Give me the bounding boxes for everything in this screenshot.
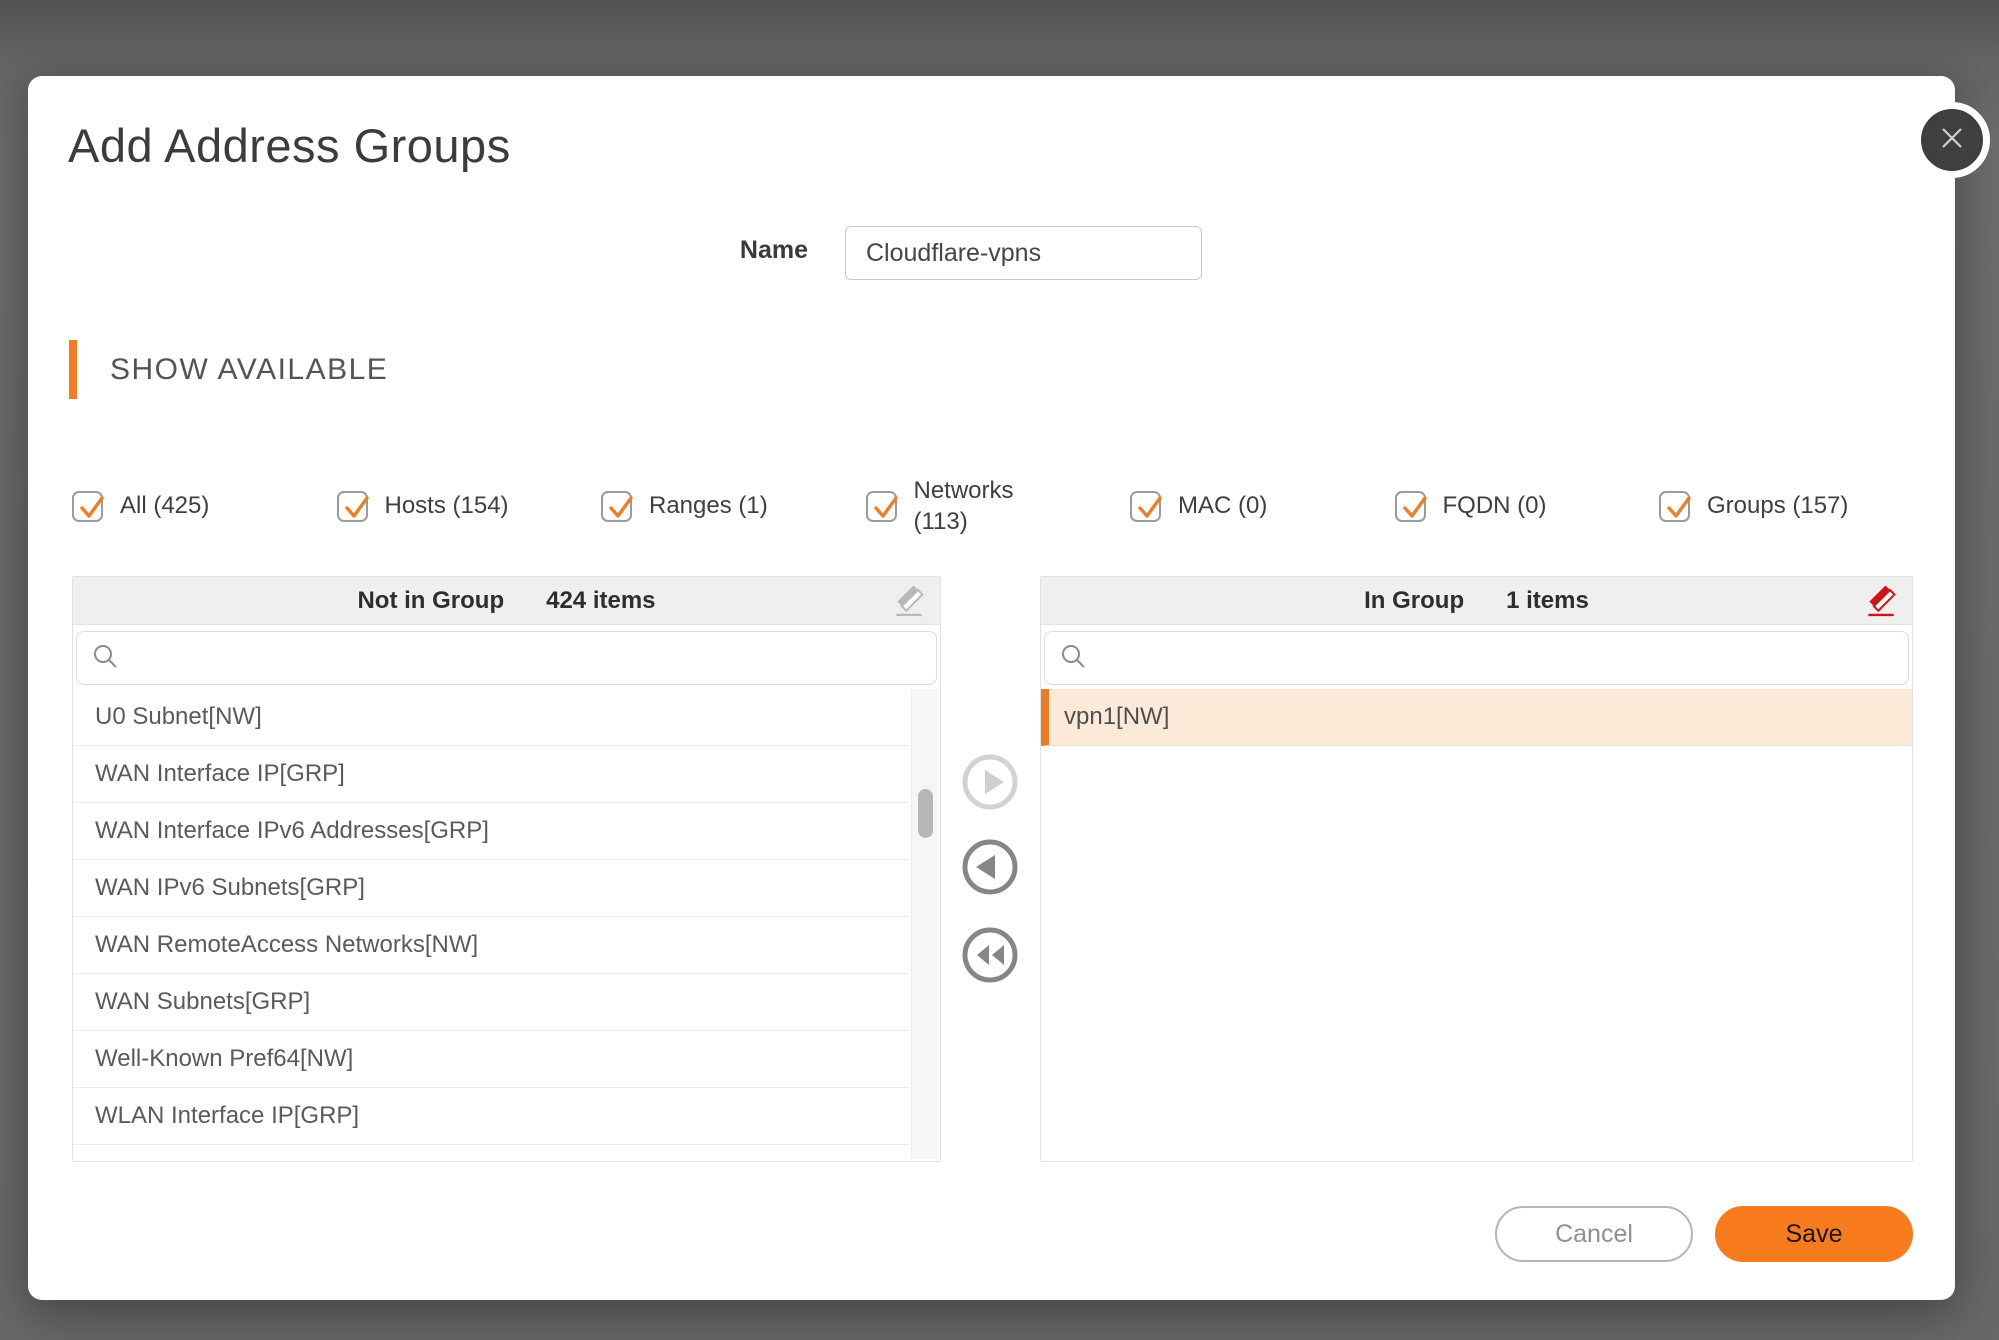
scrollbar-track[interactable] <box>911 689 938 1159</box>
search-input[interactable] <box>129 632 936 684</box>
move-all-left-button[interactable] <box>961 926 1019 984</box>
name-input[interactable] <box>845 226 1202 280</box>
filter-mac[interactable]: MAC (0) <box>1130 458 1395 554</box>
close-icon <box>1936 122 1968 159</box>
list-item[interactable]: Well-Known Pref64[NW] <box>73 1031 909 1088</box>
section-title: SHOW AVAILABLE <box>110 340 388 399</box>
filter-groups[interactable]: Groups (157) <box>1659 458 1924 554</box>
in-group-header: In Group 1 items <box>1041 577 1912 625</box>
panel-item-count: 424 items <box>546 587 655 615</box>
add-address-groups-dialog: Add Address Groups Name SHOW AVAILABLE A… <box>28 76 1955 1300</box>
filter-networks[interactable]: Networks (113) <box>866 458 1131 554</box>
clear-selection-eraser-icon[interactable] <box>890 583 928 619</box>
name-label: Name <box>628 236 808 265</box>
filter-checkbox-row: All (425) Hosts (154) Ranges (1) Network… <box>72 458 1928 554</box>
list-item[interactable]: WAN RemoteAccess Networks[NW] <box>73 917 909 974</box>
list-item[interactable]: WAN Interface IP[GRP] <box>73 746 909 803</box>
filter-label: Networks (113) <box>914 475 1032 537</box>
panel-title: In Group <box>1364 587 1464 615</box>
not-in-group-list: U0 Subnet[NW] WAN Interface IP[GRP] WAN … <box>73 689 909 1160</box>
filter-label: FQDN (0) <box>1443 490 1547 521</box>
checkbox-checked-icon[interactable] <box>1130 491 1161 522</box>
scrollbar-thumb[interactable] <box>918 789 933 838</box>
checkbox-checked-icon[interactable] <box>337 491 368 522</box>
panel-title: Not in Group <box>357 587 504 615</box>
filter-fqdn[interactable]: FQDN (0) <box>1395 458 1660 554</box>
search-icon <box>1059 642 1087 675</box>
checkbox-checked-icon[interactable] <box>1395 491 1426 522</box>
list-item-selected[interactable]: vpn1[NW] <box>1041 689 1912 746</box>
move-right-button[interactable] <box>961 753 1019 811</box>
filter-hosts[interactable]: Hosts (154) <box>337 458 602 554</box>
list-item[interactable]: WAN IPv6 Subnets[GRP] <box>73 860 909 917</box>
filter-label: Groups (157) <box>1707 490 1848 521</box>
move-left-button[interactable] <box>961 838 1019 896</box>
list-item[interactable]: WLAN Interface IP[GRP] <box>73 1088 909 1145</box>
not-in-group-search[interactable] <box>76 631 937 685</box>
not-in-group-panel: Not in Group 424 items <box>72 576 941 1162</box>
search-icon <box>91 642 119 675</box>
save-button[interactable]: Save <box>1715 1206 1913 1262</box>
checkbox-checked-icon[interactable] <box>866 491 897 522</box>
checkbox-checked-icon[interactable] <box>72 491 103 522</box>
filter-ranges[interactable]: Ranges (1) <box>601 458 866 554</box>
in-group-panel: In Group 1 items <box>1040 576 1913 1162</box>
filter-all[interactable]: All (425) <box>72 458 337 554</box>
in-group-search[interactable] <box>1044 631 1909 685</box>
checkbox-checked-icon[interactable] <box>601 491 632 522</box>
in-group-list: vpn1[NW] <box>1041 689 1912 1160</box>
list-item[interactable]: WAN Interface IPv6 Addresses[GRP] <box>73 803 909 860</box>
dialog-title: Add Address Groups <box>68 118 511 173</box>
filter-label: MAC (0) <box>1178 490 1267 521</box>
search-input[interactable] <box>1097 632 1908 684</box>
filter-label: All (425) <box>120 490 209 521</box>
clear-group-eraser-icon[interactable] <box>1862 583 1900 619</box>
list-item[interactable]: WAN Subnets[GRP] <box>73 974 909 1031</box>
list-item[interactable]: U0 Subnet[NW] <box>73 689 909 746</box>
filter-label: Ranges (1) <box>649 490 768 521</box>
close-button[interactable] <box>1914 102 1990 178</box>
not-in-group-header: Not in Group 424 items <box>73 577 940 625</box>
checkbox-checked-icon[interactable] <box>1659 491 1690 522</box>
filter-label: Hosts (154) <box>385 490 509 521</box>
cancel-button[interactable]: Cancel <box>1495 1206 1693 1262</box>
section-accent-bar <box>69 340 77 399</box>
panel-item-count: 1 items <box>1506 587 1589 615</box>
